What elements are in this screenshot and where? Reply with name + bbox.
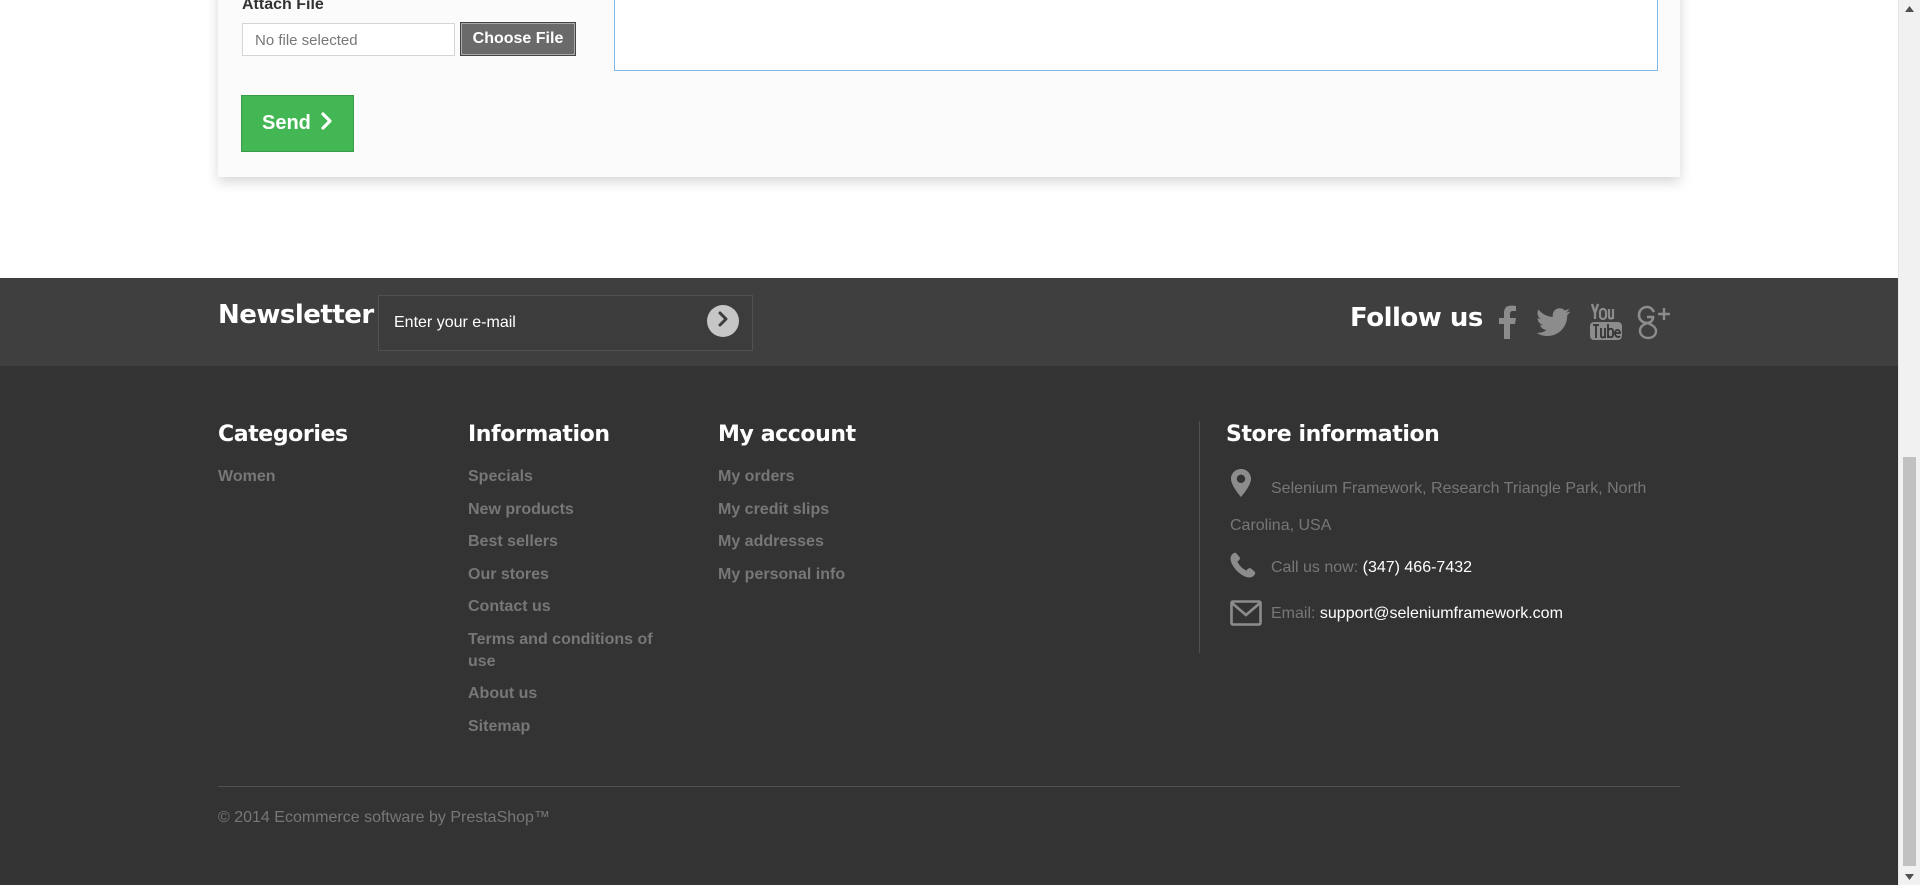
newsletter-title: Newsletter (218, 300, 374, 330)
store-address: Selenium Framework, Research Triangle Pa… (1230, 480, 1647, 534)
scroll-up-arrow-icon[interactable] (1899, 0, 1920, 17)
follow-us-title: Follow us (1350, 303, 1483, 333)
information-list: Specials New products Best sellers Our s… (468, 466, 668, 748)
arrow-right-circle-icon (716, 311, 730, 332)
footer-link-terms[interactable]: Terms and conditions of use (468, 629, 668, 673)
google-plus-icon[interactable] (1634, 302, 1674, 342)
scrollbar-thumb[interactable] (1903, 457, 1916, 866)
twitter-icon[interactable] (1534, 302, 1574, 342)
footer-link-my-orders[interactable]: My orders (718, 466, 918, 488)
footer-link-my-addresses[interactable]: My addresses (718, 531, 918, 553)
send-button-label: Send (262, 112, 311, 134)
page: Attach File No file selected Choose File… (0, 0, 1898, 885)
store-email-link[interactable]: support@seleniumframework.com (1320, 605, 1563, 622)
store-info-divider (1199, 421, 1200, 653)
phone-label: Call us now: (1271, 559, 1359, 576)
categories-list: Women (218, 466, 418, 499)
footer-link-women[interactable]: Women (218, 466, 418, 488)
information-title: Information (468, 422, 610, 447)
store-phone-number: (347) 466-7432 (1362, 559, 1473, 576)
vertical-scrollbar[interactable] (1898, 0, 1920, 885)
email-label: Email: (1271, 605, 1316, 622)
send-button[interactable]: Send (241, 95, 354, 152)
footer-link-new-products[interactable]: New products (468, 499, 668, 521)
footer-link-about-us[interactable]: About us (468, 683, 668, 705)
youtube-icon[interactable] (1586, 302, 1626, 342)
my-account-title: My account (718, 422, 856, 447)
footer-link-sitemap[interactable]: Sitemap (468, 716, 668, 738)
newsletter-email-input[interactable]: Enter your e-mail (378, 295, 753, 351)
footer-link-our-stores[interactable]: Our stores (468, 564, 668, 586)
categories-title: Categories (218, 422, 348, 447)
footer-link-contact-us[interactable]: Contact us (468, 596, 668, 618)
envelope-icon (1230, 600, 1262, 631)
chevron-right-icon (321, 111, 333, 136)
store-information-title: Store information (1226, 422, 1440, 447)
message-textarea[interactable] (614, 0, 1658, 71)
footer-link-my-credit-slips[interactable]: My credit slips (718, 499, 918, 521)
my-account-list: My orders My credit slips My addresses M… (718, 466, 918, 596)
facebook-icon[interactable] (1487, 302, 1527, 342)
footer-link-specials[interactable]: Specials (468, 466, 668, 488)
newsletter-submit-button[interactable] (707, 305, 739, 337)
scroll-down-arrow-icon[interactable] (1899, 868, 1920, 885)
store-phone-row: Call us now: (347) 466-7432 (1271, 559, 1472, 577)
footer-link-my-personal-info[interactable]: My personal info (718, 564, 918, 586)
copyright-text[interactable]: © 2014 Ecommerce software by PrestaShop™ (218, 809, 550, 827)
footer-bottom-divider (218, 786, 1680, 787)
choose-file-button[interactable]: Choose File (460, 22, 576, 56)
store-email-row: Email: support@seleniumframework.com (1271, 605, 1563, 623)
phone-icon (1230, 552, 1256, 583)
attach-file-label: Attach File (242, 0, 324, 13)
file-name-display[interactable]: No file selected (242, 23, 455, 56)
footer-link-best-sellers[interactable]: Best sellers (468, 531, 668, 553)
